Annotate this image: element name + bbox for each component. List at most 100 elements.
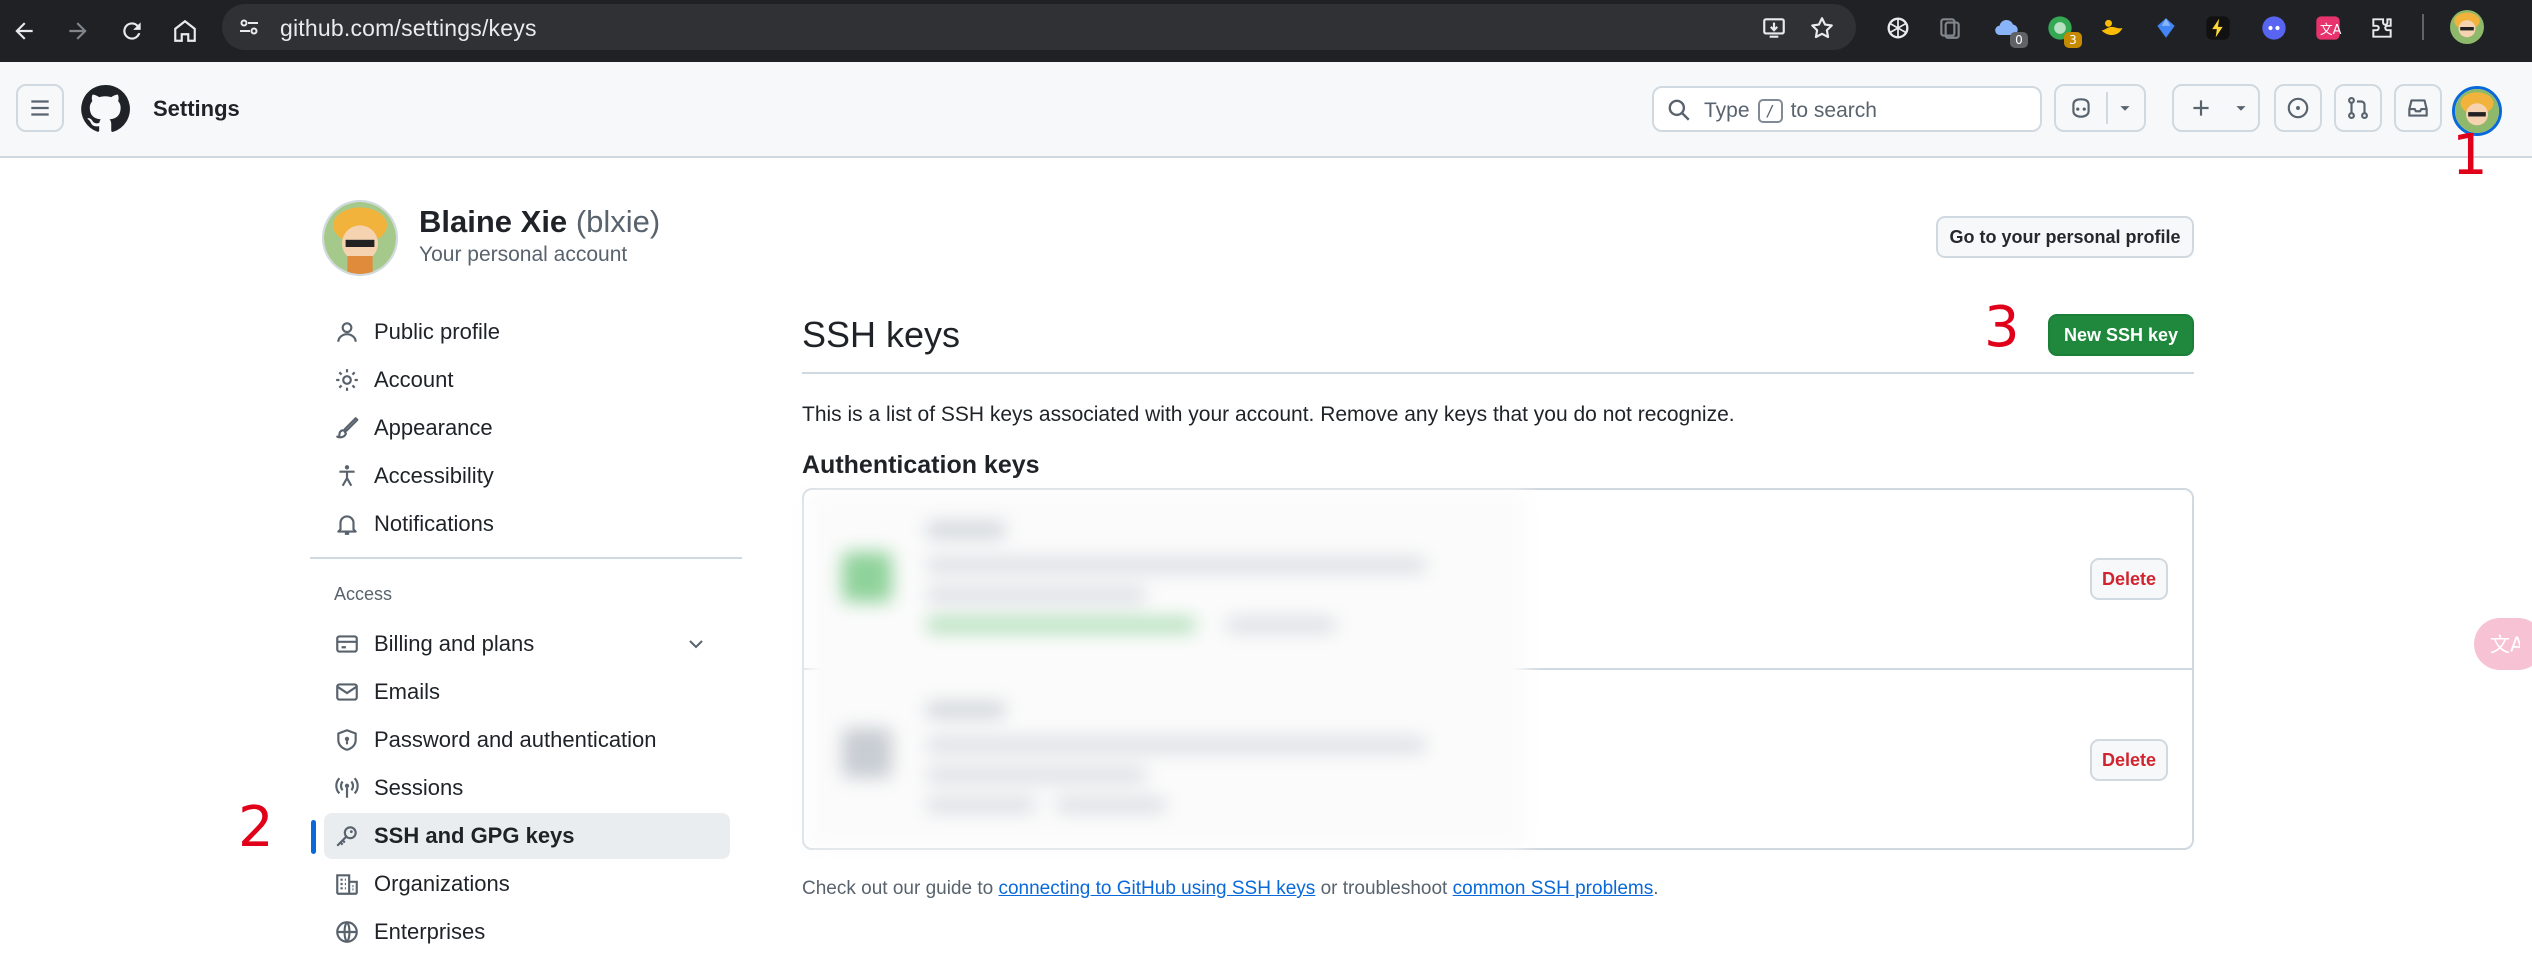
sidebar-item-label: Account bbox=[374, 367, 454, 392]
green-extension-icon[interactable]: 3 bbox=[2044, 12, 2082, 48]
page-context-title[interactable]: Settings bbox=[153, 96, 240, 122]
help-text-middle: or troubleshoot bbox=[1320, 878, 1448, 899]
redacted-block bbox=[926, 558, 1426, 572]
address-bar[interactable]: github.com/settings/keys bbox=[222, 4, 1856, 50]
badge-count: 3 bbox=[2064, 32, 2082, 48]
sidebar-item-label: Password and authentication bbox=[374, 727, 657, 752]
sidebar-item-password-auth[interactable]: Password and authentication bbox=[324, 717, 730, 763]
tab-manager-icon[interactable] bbox=[1934, 12, 1966, 44]
profile-name: Blaine Xie (blxie) bbox=[419, 204, 660, 240]
redacted-block bbox=[926, 738, 1426, 752]
sidebar-item-label: Appearance bbox=[374, 415, 493, 440]
active-indicator bbox=[311, 820, 316, 854]
sidebar-item-label: Organizations bbox=[374, 871, 510, 896]
cloud-extension-icon[interactable]: 0 bbox=[1990, 12, 2028, 48]
sidebar-item-billing[interactable]: Billing and plans bbox=[324, 621, 730, 667]
chevron-down-icon[interactable] bbox=[684, 632, 708, 656]
lightning-extension-icon[interactable] bbox=[2202, 12, 2234, 44]
search-icon bbox=[1668, 99, 1690, 121]
sidebar-item-ssh-gpg-keys[interactable]: SSH and GPG keys bbox=[324, 813, 730, 859]
reload-button[interactable] bbox=[111, 10, 153, 52]
pull-requests-button[interactable] bbox=[2334, 84, 2382, 132]
gear-icon bbox=[334, 367, 360, 393]
profile-subtitle: Your personal account bbox=[419, 243, 628, 266]
page-description: This is a list of SSH keys associated wi… bbox=[802, 403, 1735, 426]
plus-icon bbox=[2193, 100, 2209, 116]
github-logo-icon[interactable] bbox=[80, 84, 130, 134]
forward-button[interactable] bbox=[57, 10, 99, 52]
browser-toolbar: github.com/settings/keys 0 3 文A bbox=[0, 0, 2532, 62]
title-divider bbox=[802, 372, 2194, 374]
discord-extension-icon[interactable] bbox=[2258, 12, 2290, 44]
delete-key-button[interactable]: Delete bbox=[2090, 558, 2168, 600]
sidebar-item-label: Notifications bbox=[374, 511, 494, 536]
key-icon bbox=[842, 728, 892, 778]
back-button[interactable] bbox=[3, 10, 45, 52]
organization-icon bbox=[334, 871, 360, 897]
global-nav-menu-button[interactable] bbox=[16, 84, 64, 132]
issues-button[interactable] bbox=[2274, 84, 2322, 132]
new-ssh-key-button[interactable]: New SSH key bbox=[2048, 314, 2194, 356]
delete-key-button[interactable]: Delete bbox=[2090, 739, 2168, 781]
person-icon bbox=[334, 319, 360, 345]
browser-profile-avatar[interactable] bbox=[2450, 10, 2484, 44]
profile-login: (blxie) bbox=[575, 204, 661, 239]
redacted-block bbox=[926, 618, 1196, 632]
page-title: SSH keys bbox=[802, 314, 961, 355]
search-placeholder-suffix: to search bbox=[1790, 99, 1877, 122]
toolbar-separator bbox=[2422, 14, 2424, 40]
annotation-number-1: 1 bbox=[2452, 123, 2488, 188]
sidebar-item-enterprises[interactable]: Enterprises bbox=[324, 909, 730, 955]
install-app-icon[interactable] bbox=[1760, 14, 1788, 42]
redacted-block bbox=[926, 798, 1036, 812]
search-input[interactable]: Type / to search bbox=[1652, 86, 2042, 132]
bookmark-star-icon[interactable] bbox=[1808, 14, 1836, 42]
search-placeholder-prefix: Type bbox=[1704, 99, 1750, 122]
paintbrush-icon bbox=[334, 415, 360, 441]
authentication-keys-heading: Authentication keys bbox=[802, 451, 1040, 479]
sidebar-item-emails[interactable]: Emails bbox=[324, 669, 730, 715]
connecting-ssh-guide-link[interactable]: connecting to GitHub using SSH keys bbox=[998, 878, 1315, 899]
help-text-suffix: . bbox=[1653, 878, 1659, 899]
inbox-button[interactable] bbox=[2394, 84, 2442, 132]
sidebar-item-label: Accessibility bbox=[374, 463, 494, 488]
blue-gem-extension-icon[interactable] bbox=[2150, 12, 2182, 44]
profile-avatar bbox=[322, 200, 398, 276]
sidebar-item-label: SSH and GPG keys bbox=[374, 823, 575, 848]
annotation-number-2: 2 bbox=[238, 795, 274, 860]
accessibility-icon bbox=[334, 463, 360, 489]
sidebar-item-sessions[interactable]: Sessions bbox=[324, 765, 730, 811]
puzzle-extensions-icon[interactable] bbox=[2366, 12, 2398, 44]
create-new-button[interactable] bbox=[2172, 84, 2260, 132]
shield-lock-icon bbox=[334, 727, 360, 753]
issue-opened-icon bbox=[2287, 97, 2309, 119]
chevron-down-icon bbox=[2236, 106, 2246, 111]
sidebar-item-organizations[interactable]: Organizations bbox=[324, 861, 730, 907]
sidebar-group-heading: Access bbox=[334, 584, 393, 604]
redacted-block bbox=[926, 522, 1006, 538]
site-settings-icon[interactable] bbox=[236, 14, 262, 40]
hamburger-icon bbox=[31, 100, 49, 116]
reload-icon bbox=[123, 22, 141, 40]
sidebar-item-label: Billing and plans bbox=[374, 631, 535, 656]
credit-card-icon bbox=[334, 631, 360, 657]
common-ssh-problems-link[interactable]: common SSH problems bbox=[1453, 878, 1654, 899]
arrow-right-icon bbox=[69, 22, 87, 40]
sidebar-item-public-profile[interactable]: Public profile bbox=[324, 309, 730, 355]
home-button[interactable] bbox=[164, 10, 206, 52]
bell-icon bbox=[334, 511, 360, 537]
sidebar-item-accessibility[interactable]: Accessibility bbox=[324, 453, 730, 499]
duck-extension-icon[interactable] bbox=[2096, 12, 2128, 44]
translate-floating-button[interactable]: 文A bbox=[2474, 618, 2532, 670]
sidebar-item-appearance[interactable]: Appearance bbox=[324, 405, 730, 451]
sidebar-item-notifications[interactable]: Notifications bbox=[324, 501, 730, 547]
translate-extension-icon[interactable]: 文A bbox=[2312, 12, 2344, 44]
copilot-button[interactable] bbox=[2054, 84, 2146, 132]
badge-count: 0 bbox=[2010, 32, 2028, 48]
sidebar-item-account[interactable]: Account bbox=[324, 357, 730, 403]
arrow-left-icon bbox=[15, 22, 33, 40]
chevron-down-icon bbox=[2120, 106, 2130, 111]
openai-icon[interactable] bbox=[1882, 12, 1914, 44]
url-text[interactable]: github.com/settings/keys bbox=[280, 15, 537, 42]
go-to-personal-profile-button[interactable]: Go to your personal profile bbox=[1936, 216, 2194, 258]
